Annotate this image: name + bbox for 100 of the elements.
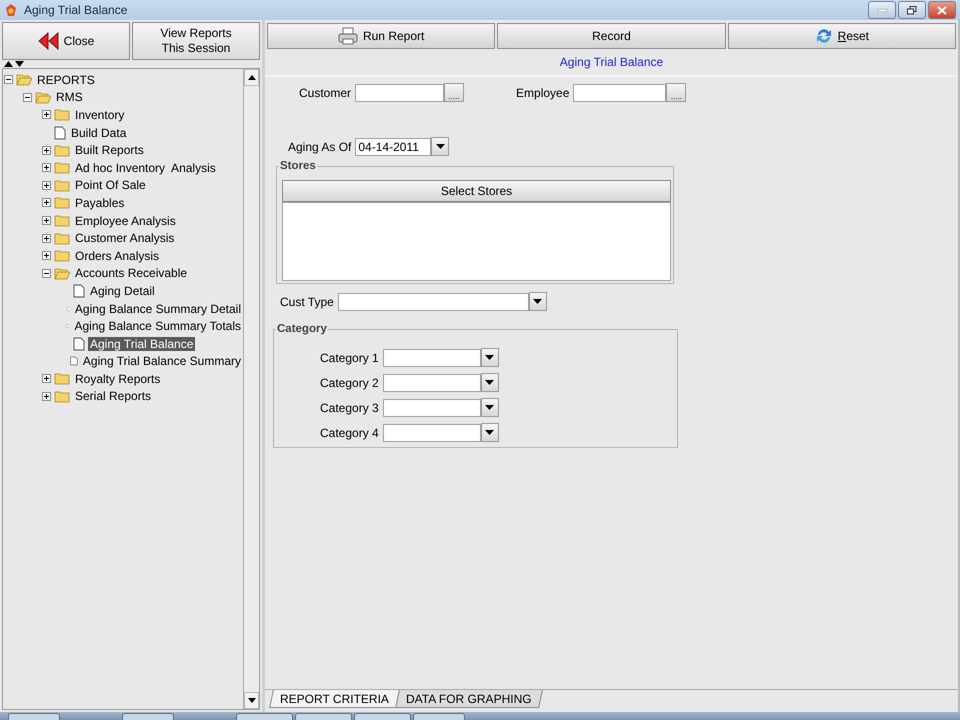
dropdown-arrow-icon xyxy=(533,299,542,304)
tree-item[interactable]: Employee Analysis xyxy=(73,214,178,228)
dropdown-button[interactable] xyxy=(480,373,499,392)
folder-icon xyxy=(54,249,70,262)
customer-field[interactable] xyxy=(355,84,444,102)
view-reports-button[interactable]: View Reports This Session xyxy=(132,22,260,60)
expand-icon[interactable] xyxy=(42,146,51,155)
folder-icon xyxy=(54,108,70,122)
printer-icon xyxy=(338,27,358,45)
document-icon xyxy=(73,284,85,298)
expand-icon[interactable] xyxy=(42,374,51,384)
dropdown-button[interactable] xyxy=(480,423,499,442)
start-button[interactable] xyxy=(8,713,60,720)
tree-item[interactable]: Inventory xyxy=(73,108,126,122)
folder-icon xyxy=(54,178,70,192)
field-label: Cust Type xyxy=(280,294,334,308)
field-label: Category 2 xyxy=(320,376,379,390)
group-title: Category xyxy=(276,323,328,336)
expand-icon[interactable] xyxy=(42,234,51,243)
taskbar-button[interactable] xyxy=(236,713,293,720)
field-label: Aging As Of xyxy=(288,140,352,154)
tree-item[interactable]: Aging Trial Balance Summary xyxy=(80,354,243,368)
tab[interactable]: REPORT CRITERIA xyxy=(269,690,400,708)
collapse-icon[interactable] xyxy=(4,75,13,84)
minimize-button[interactable] xyxy=(868,1,896,19)
tree-item[interactable]: Point Of Sale xyxy=(73,178,148,192)
collapse-icon[interactable] xyxy=(42,268,51,278)
field-label: Customer xyxy=(299,86,352,100)
tree-item[interactable]: Aging Balance Summary Detail xyxy=(72,302,243,316)
tree-item[interactable]: Aging Detail xyxy=(88,284,157,298)
field-label: Category 3 xyxy=(320,400,379,414)
folder-icon xyxy=(54,214,70,228)
dropdown-arrow-icon xyxy=(436,144,445,149)
folder-icon xyxy=(54,144,70,157)
expand-icon[interactable] xyxy=(42,180,51,190)
expand-icon[interactable] xyxy=(42,110,51,120)
toolbar-button[interactable]: Reset xyxy=(728,23,956,49)
refresh-icon xyxy=(814,27,833,45)
tree-item[interactable]: Customer Analysis xyxy=(73,231,176,246)
field-label: Category 1 xyxy=(320,350,379,364)
employee-field[interactable] xyxy=(573,84,666,102)
scrollbar[interactable] xyxy=(243,69,259,709)
close-button[interactable] xyxy=(928,1,956,19)
browse-button[interactable]: ..... xyxy=(444,83,464,102)
folder-icon xyxy=(54,161,70,174)
browse-button[interactable]: ..... xyxy=(666,83,686,102)
app-icon xyxy=(4,3,18,17)
toolbar-button[interactable]: Run Report xyxy=(267,23,496,49)
expand-icon[interactable] xyxy=(42,251,51,260)
dropdown-button[interactable] xyxy=(431,137,450,156)
tree-item[interactable]: Accounts Receivable xyxy=(73,266,190,280)
open-folder-icon xyxy=(16,73,32,86)
taskbar-button[interactable] xyxy=(354,713,411,720)
toolbar-button[interactable]: Record xyxy=(497,23,726,49)
back-arrows-icon xyxy=(38,32,60,50)
expand-icon[interactable] xyxy=(42,198,51,208)
open-folder-icon xyxy=(54,266,70,280)
folder-icon xyxy=(54,232,70,245)
close-report-button[interactable]: Close xyxy=(2,22,130,60)
expand-icon[interactable] xyxy=(42,216,51,226)
tree-item[interactable]: Payables xyxy=(73,196,126,210)
scroll-down-icon xyxy=(248,698,256,703)
document-icon xyxy=(54,126,66,140)
folder-icon xyxy=(54,390,70,403)
field-label: Category 4 xyxy=(320,426,379,440)
dropdown-button[interactable] xyxy=(528,292,547,311)
close-icon xyxy=(937,6,947,14)
field-label: Employee xyxy=(516,86,570,100)
tree-item[interactable]: Orders Analysis xyxy=(73,248,162,263)
folder-icon xyxy=(54,372,70,386)
taskbar-button[interactable] xyxy=(295,713,352,720)
date-field[interactable]: 04-14-2011 xyxy=(355,138,432,156)
collapse-icon[interactable] xyxy=(23,92,32,102)
tree-item[interactable]: Built Reports xyxy=(73,143,146,158)
folder-icon xyxy=(54,196,70,210)
select-stores-button[interactable]: Select Stores xyxy=(282,180,671,202)
restore-icon xyxy=(907,6,917,14)
window-title: Aging Trial Balance xyxy=(24,3,128,17)
dropdown-button[interactable] xyxy=(480,348,499,367)
tab[interactable]: DATA FOR GRAPHING xyxy=(395,690,542,708)
dropdown-button[interactable] xyxy=(480,398,499,417)
tree-item[interactable]: Aging Trial Balance xyxy=(88,336,196,351)
dropdown-arrow-icon xyxy=(485,430,494,435)
tree-item[interactable]: Royalty Reports xyxy=(73,372,162,386)
document-icon xyxy=(70,354,78,368)
tree-item[interactable]: Build Data xyxy=(69,126,128,140)
splitter-arrows-icon[interactable] xyxy=(4,61,24,67)
tree-item[interactable]: Aging Balance Summary Totals xyxy=(72,319,243,334)
tree-item[interactable]: REPORTS xyxy=(35,72,97,87)
expand-icon[interactable] xyxy=(42,392,51,401)
taskbar-button[interactable] xyxy=(122,713,174,720)
tree-item[interactable]: Ad hoc Inventory Analysis xyxy=(73,160,218,175)
tree-item[interactable]: RMS xyxy=(54,90,85,104)
dropdown-arrow-icon xyxy=(485,405,494,410)
stores-list[interactable] xyxy=(282,202,671,281)
dropdown-arrow-icon xyxy=(485,355,494,360)
taskbar-button[interactable] xyxy=(413,713,465,720)
expand-icon[interactable] xyxy=(42,163,51,172)
tree-item[interactable]: Serial Reports xyxy=(73,389,154,404)
restore-button[interactable] xyxy=(898,1,926,19)
